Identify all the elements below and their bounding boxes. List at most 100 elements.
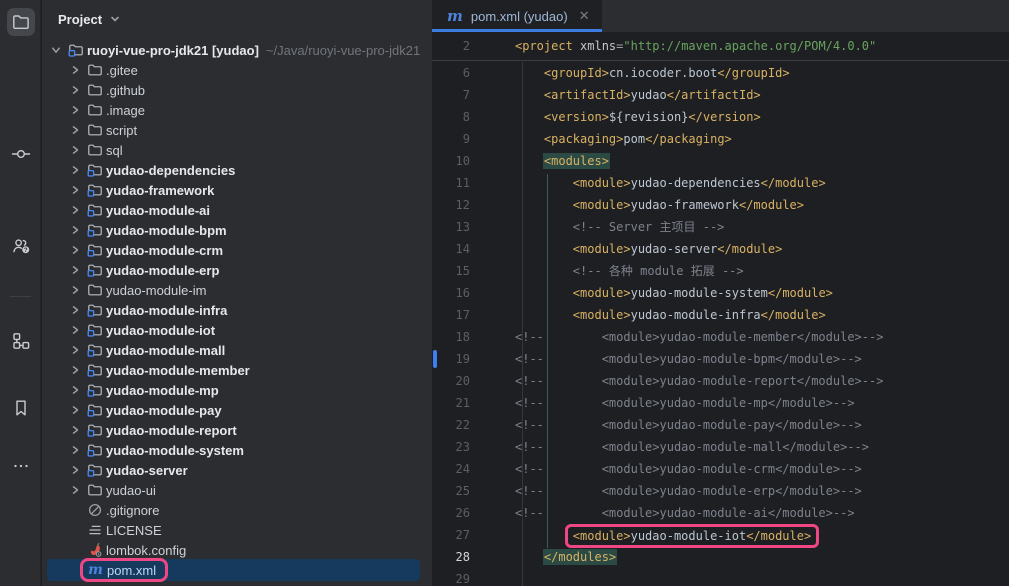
tree-item-yudao-dependencies[interactable]: yudao-dependencies [42, 160, 432, 180]
chevron-right-icon[interactable] [65, 302, 84, 318]
activity-button-project[interactable] [7, 8, 35, 36]
line-number: 28 [432, 546, 470, 568]
editor-tab-pom-xml[interactable]: m pom.xml (yudao) ✕ [432, 0, 602, 32]
chevron-down-icon[interactable] [46, 42, 65, 58]
tree-item-yudao-ui[interactable]: yudao-ui [42, 480, 432, 500]
activity-button-pull-requests[interactable]: ? [7, 232, 35, 260]
tree-item-label: yudao-module-pay [106, 403, 222, 418]
code-text: <module>yudao-module-iot</module> [515, 524, 811, 546]
code-line-12[interactable]: 12 <module>yudao-framework</module> [432, 194, 1009, 216]
tree-item-yudao-module-system[interactable]: yudao-module-system [42, 440, 432, 460]
tree-item-yudao-module-erp[interactable]: yudao-module-erp [42, 260, 432, 280]
code-line-6[interactable]: 6 <groupId>cn.iocoder.boot</groupId> [432, 62, 1009, 84]
chevron-right-icon[interactable] [65, 322, 84, 338]
chevron-right-icon[interactable] [65, 122, 84, 138]
tree-item--github[interactable]: .github [42, 80, 432, 100]
tree-item-yudao-module-member[interactable]: yudao-module-member [42, 360, 432, 380]
code-line-25[interactable]: 25<!-- <module>yudao-module-erp</module>… [432, 480, 1009, 502]
code-line-2[interactable]: 2<project xmlns="http://maven.apache.org… [432, 32, 1009, 60]
code-line-17[interactable]: 17 <module>yudao-module-infra</module> [432, 304, 1009, 326]
code-line-16[interactable]: 16 <module>yudao-module-system</module> [432, 282, 1009, 304]
code-line-20[interactable]: 20<!-- <module>yudao-module-report</modu… [432, 370, 1009, 392]
code-line-7[interactable]: 7 <artifactId>yudao</artifactId> [432, 84, 1009, 106]
chevron-right-icon[interactable] [65, 222, 84, 238]
chevron-right-icon[interactable] [65, 402, 84, 418]
code-line-27[interactable]: 27 <module>yudao-module-iot</module> [432, 524, 1009, 546]
code-line-9[interactable]: 9 <packaging>pom</packaging> [432, 128, 1009, 150]
tree-item-lombok-config[interactable]: lombok.config [42, 540, 432, 560]
tree-item-label: script [106, 123, 137, 138]
chevron-right-icon[interactable] [65, 162, 84, 178]
tree-item--image[interactable]: .image [42, 100, 432, 120]
tree-item-yudao-module-report[interactable]: yudao-module-report [42, 420, 432, 440]
tree-item-license[interactable]: LICENSE [42, 520, 432, 540]
code-line-19[interactable]: 19<!-- <module>yudao-module-bpm</module>… [432, 348, 1009, 370]
tree-item-pom-xml[interactable]: mpom.xml [42, 560, 432, 580]
code-line-23[interactable]: 23<!-- <module>yudao-module-mall</module… [432, 436, 1009, 458]
chevron-right-icon[interactable] [65, 142, 84, 158]
tree-indent-spacer [65, 502, 84, 518]
line-number: 25 [432, 480, 470, 502]
chevron-right-icon[interactable] [65, 342, 84, 358]
chevron-right-icon[interactable] [65, 262, 84, 278]
chevron-right-icon[interactable] [65, 242, 84, 258]
chevron-right-icon[interactable] [65, 82, 84, 98]
chevron-right-icon[interactable] [65, 382, 84, 398]
tab-close-icon[interactable]: ✕ [579, 8, 590, 24]
activity-button-more[interactable] [7, 452, 35, 480]
tree-item-label: ruoyi-vue-pro-jdk21 [yudao] [87, 43, 259, 58]
project-panel-header[interactable]: Project [42, 0, 432, 38]
tree-item-yudao-server[interactable]: yudao-server [42, 460, 432, 480]
code-line-18[interactable]: 18<!-- <module>yudao-module-member</modu… [432, 326, 1009, 348]
activity-bar-divider [10, 296, 31, 297]
code-line-21[interactable]: 21<!-- <module>yudao-module-mp</module>-… [432, 392, 1009, 414]
chevron-right-icon[interactable] [65, 482, 84, 498]
tree-item-label: .gitee [106, 63, 138, 78]
tree-item-script[interactable]: script [42, 120, 432, 140]
chevron-right-icon[interactable] [65, 182, 84, 198]
chevron-right-icon[interactable] [65, 362, 84, 378]
activity-button-commit[interactable] [7, 140, 35, 168]
code-line-15[interactable]: 15 <!-- 各种 module 拓展 --> [432, 260, 1009, 282]
chevron-right-icon[interactable] [65, 202, 84, 218]
tree-item-label: yudao-framework [106, 183, 214, 198]
code-line-28[interactable]: 28 </modules> [432, 546, 1009, 568]
line-number: 2 [432, 32, 470, 60]
tree-item-yudao-module-im[interactable]: yudao-module-im [42, 280, 432, 300]
code-line-13[interactable]: 13 <!-- Server 主项目 --> [432, 216, 1009, 238]
code-line-29[interactable]: 29 [432, 568, 1009, 586]
line-number: 10 [432, 150, 470, 172]
tree-item-yudao-module-pay[interactable]: yudao-module-pay [42, 400, 432, 420]
chevron-right-icon[interactable] [65, 282, 84, 298]
tree-item-yudao-module-iot[interactable]: yudao-module-iot [42, 320, 432, 340]
commit-icon [11, 144, 31, 164]
tree-item-yudao-module-infra[interactable]: yudao-module-infra [42, 300, 432, 320]
chevron-right-icon[interactable] [65, 62, 84, 78]
code-line-22[interactable]: 22<!-- <module>yudao-module-pay</module>… [432, 414, 1009, 436]
code-line-24[interactable]: 24<!-- <module>yudao-module-crm</module>… [432, 458, 1009, 480]
tree-item-sql[interactable]: sql [42, 140, 432, 160]
folder-icon [84, 282, 105, 298]
tree-item-ruoyi-vue-pro-jdk21-yudao-[interactable]: ruoyi-vue-pro-jdk21 [yudao]~/Java/ruoyi-… [42, 40, 432, 60]
code-line-10[interactable]: 10 <modules> [432, 150, 1009, 172]
activity-button-structure[interactable] [7, 327, 35, 355]
tree-item--gitignore[interactable]: .gitignore [42, 500, 432, 520]
code-line-26[interactable]: 26<!-- <module>yudao-module-ai</module>-… [432, 502, 1009, 524]
tree-item-yudao-module-mp[interactable]: yudao-module-mp [42, 380, 432, 400]
activity-button-bookmarks[interactable] [7, 394, 35, 422]
chevron-right-icon[interactable] [65, 422, 84, 438]
chevron-right-icon[interactable] [65, 102, 84, 118]
tree-item-yudao-module-ai[interactable]: yudao-module-ai [42, 200, 432, 220]
chevron-right-icon[interactable] [65, 442, 84, 458]
code-text: <modules> [515, 150, 609, 172]
tree-item-yudao-module-crm[interactable]: yudao-module-crm [42, 240, 432, 260]
ide-window: ? Project ruoyi-vue-pro-jdk21 [yudao]~/J… [0, 0, 1009, 586]
tree-item-yudao-framework[interactable]: yudao-framework [42, 180, 432, 200]
tree-item-yudao-module-bpm[interactable]: yudao-module-bpm [42, 220, 432, 240]
code-line-11[interactable]: 11 <module>yudao-dependencies</module> [432, 172, 1009, 194]
tree-item--gitee[interactable]: .gitee [42, 60, 432, 80]
code-line-8[interactable]: 8 <version>${revision}</version> [432, 106, 1009, 128]
code-line-14[interactable]: 14 <module>yudao-server</module> [432, 238, 1009, 260]
tree-item-yudao-module-mall[interactable]: yudao-module-mall [42, 340, 432, 360]
chevron-right-icon[interactable] [65, 462, 84, 478]
